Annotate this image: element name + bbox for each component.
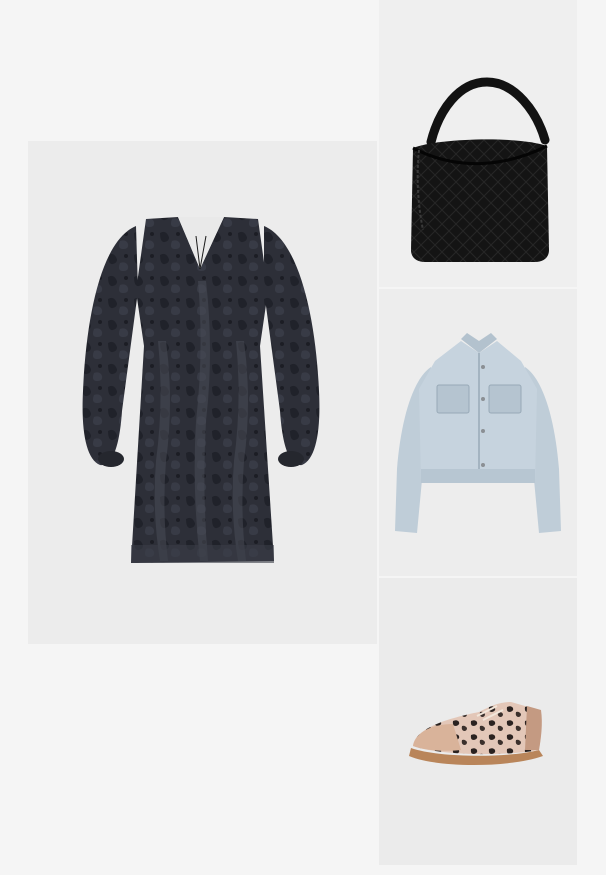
product-tile-sneaker[interactable] — [379, 578, 577, 865]
product-tile-dress[interactable] — [28, 141, 377, 644]
dress-image — [82, 217, 320, 563]
outfit-collage — [0, 0, 606, 875]
sneaker-image — [409, 702, 543, 765]
product-tile-bag[interactable] — [379, 0, 577, 287]
jacket-image — [395, 333, 561, 533]
product-tile-jacket[interactable] — [379, 289, 577, 576]
bag-image — [411, 77, 550, 262]
